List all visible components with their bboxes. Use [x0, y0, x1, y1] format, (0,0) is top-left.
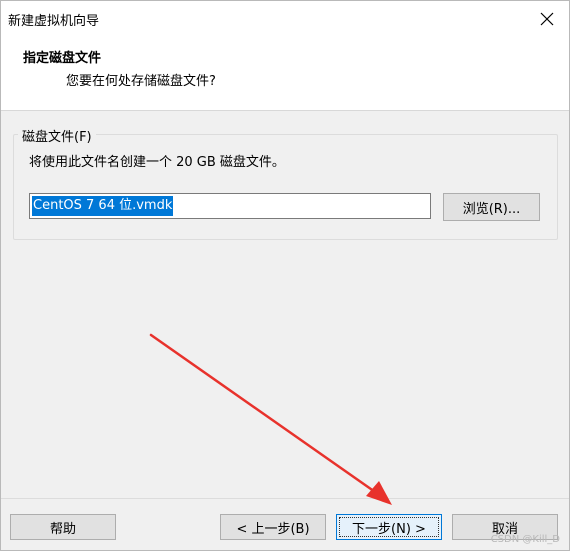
title-bar: 新建虚拟机向导: [0, 0, 570, 38]
page-title: 指定磁盘文件: [23, 51, 102, 66]
disk-file-description: 将使用此文件名创建一个 20 GB 磁盘文件。: [29, 155, 285, 170]
disk-file-group: [13, 134, 558, 240]
back-button[interactable]: < 上一步(B): [220, 514, 326, 540]
next-button[interactable]: 下一步(N) >: [336, 514, 442, 540]
watermark: CSDN @Kill_D: [490, 534, 560, 545]
window-title: 新建虚拟机向导: [8, 14, 100, 29]
close-button[interactable]: [524, 0, 570, 38]
browse-button[interactable]: 浏览(R)...: [443, 193, 540, 221]
close-icon: [540, 12, 554, 26]
disk-filename-value: CentOS 7 64 位.vmdk: [32, 196, 174, 216]
disk-filename-input[interactable]: CentOS 7 64 位.vmdk: [29, 193, 431, 219]
page-subtitle: 您要在何处存储磁盘文件?: [66, 74, 216, 89]
help-button[interactable]: 帮助: [10, 514, 116, 540]
header-panel: 指定磁盘文件 您要在何处存储磁盘文件?: [0, 38, 570, 111]
disk-file-group-label: 磁盘文件(F): [18, 126, 96, 145]
footer-divider: [0, 498, 570, 499]
